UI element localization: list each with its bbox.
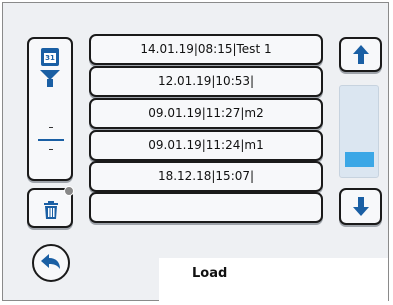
list-item[interactable]: 09.01.19|11:24|m1 — [89, 130, 323, 161]
list-item[interactable]: 12.01.19|10:53| — [89, 66, 323, 97]
back-button[interactable] — [32, 244, 70, 282]
calendar-day: 31 — [44, 53, 56, 63]
title-bar: Load — [159, 258, 388, 303]
scroll-down-button[interactable] — [339, 188, 382, 225]
back-arrow-icon — [41, 254, 60, 269]
range-start-marker — [49, 127, 53, 128]
range-slider[interactable] — [38, 139, 64, 141]
list-item[interactable]: 14.01.19|08:15|Test 1 — [89, 34, 323, 65]
page-title: Load — [192, 266, 228, 281]
filter-panel[interactable]: 31 — [27, 37, 73, 181]
range-end-marker — [49, 149, 53, 150]
status-dot — [64, 186, 74, 196]
arrow-up-icon — [353, 45, 369, 64]
list-item[interactable]: 09.01.19|11:27|m2 — [89, 98, 323, 129]
scrollbar-track[interactable] — [339, 85, 379, 178]
scroll-up-button[interactable] — [339, 37, 382, 72]
app-frame: 31 14.01.19|08:15|Test 1 12.01.19|10:53|… — [2, 2, 389, 303]
delete-button[interactable] — [27, 186, 74, 228]
filter-icon-stem — [47, 79, 53, 87]
arrow-down-icon — [353, 197, 369, 216]
list-item[interactable]: 18.12.18|15:07| — [89, 161, 323, 192]
scrollbar-thumb[interactable] — [345, 152, 374, 167]
calendar-icon[interactable]: 31 — [41, 48, 59, 66]
list-item[interactable] — [89, 192, 323, 223]
trash-icon — [44, 201, 58, 219]
